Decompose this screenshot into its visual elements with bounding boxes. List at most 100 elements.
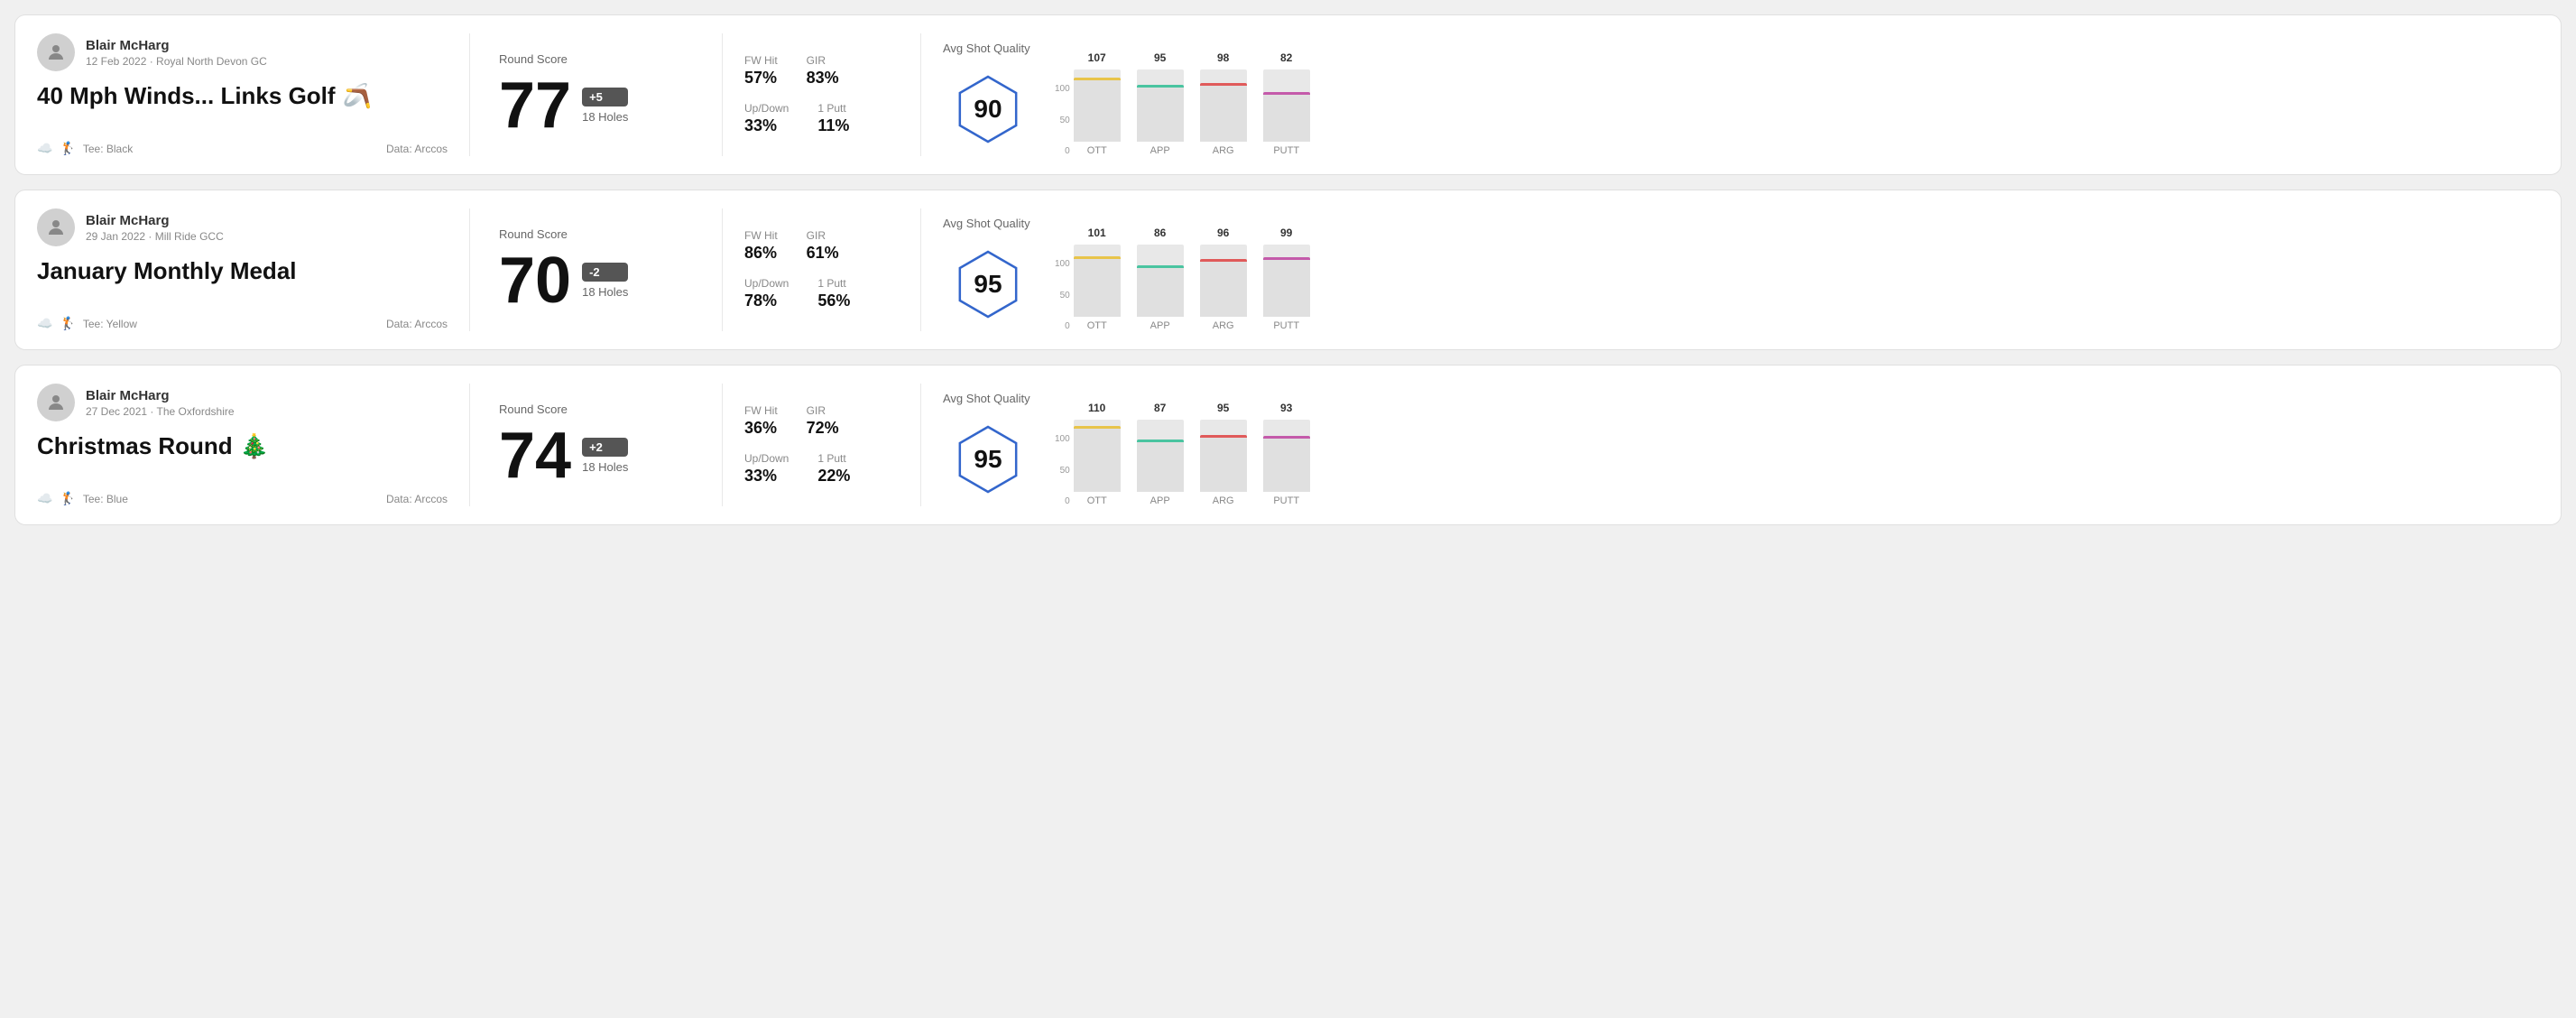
avatar bbox=[37, 208, 75, 246]
bar-fill-app bbox=[1137, 265, 1184, 317]
card-middle-round1: Round Score 77 +5 18 Holes bbox=[470, 33, 723, 156]
title-emoji: 🪃 bbox=[343, 82, 372, 110]
bar-color-putt bbox=[1263, 257, 1310, 260]
bar-fill-putt bbox=[1263, 436, 1310, 492]
hex-score-value: 95 bbox=[974, 270, 1002, 299]
bar-wrapper-putt bbox=[1263, 245, 1310, 317]
stats-row-top: FW Hit 36% GIR 72% bbox=[744, 404, 899, 438]
bar-chart-area: 100 50 0 110 87 bbox=[1055, 384, 2517, 506]
bar-axis-label-arg: ARG bbox=[1200, 145, 1247, 156]
card-left-round3: Blair McHarg 27 Dec 2021 · The Oxfordshi… bbox=[37, 384, 470, 506]
user-name: Blair McHarg bbox=[86, 213, 224, 228]
stats-row-top: FW Hit 57% GIR 83% bbox=[744, 54, 899, 88]
bar-color-ott bbox=[1074, 426, 1121, 429]
fw-hit-value: 86% bbox=[744, 244, 778, 263]
bar-value-ott: 110 bbox=[1088, 402, 1105, 414]
avg-shot-quality-label: Avg Shot Quality bbox=[943, 42, 1030, 55]
card-stats-round1: FW Hit 57% GIR 83% Up/Down 33% 1 Putt 11… bbox=[723, 33, 921, 156]
bar-color-ott bbox=[1074, 256, 1121, 259]
bar-fill-ott bbox=[1074, 426, 1121, 492]
card-stats-round3: FW Hit 36% GIR 72% Up/Down 33% 1 Putt 22… bbox=[723, 384, 921, 506]
bar-col-arg: 98 bbox=[1200, 51, 1247, 142]
one-putt-value: 56% bbox=[817, 292, 850, 310]
bar-value-putt: 99 bbox=[1280, 227, 1292, 239]
bar-color-app bbox=[1137, 440, 1184, 442]
stats-row-bottom: Up/Down 33% 1 Putt 11% bbox=[744, 102, 899, 135]
bar-value-arg: 95 bbox=[1217, 402, 1229, 414]
bar-col-putt: 82 bbox=[1263, 51, 1310, 142]
bar-color-arg bbox=[1200, 435, 1247, 438]
bar-fill-putt bbox=[1263, 92, 1310, 142]
bar-wrapper-app bbox=[1137, 420, 1184, 492]
fw-hit-value: 57% bbox=[744, 69, 778, 88]
score-badge-col: +5 18 Holes bbox=[582, 88, 628, 124]
score-row: 70 -2 18 Holes bbox=[499, 248, 693, 313]
tee-label: Tee: Blue bbox=[83, 493, 128, 505]
round-title: 40 Mph Winds... Links Golf 🪃 bbox=[37, 82, 448, 110]
up-down-stat: Up/Down 78% bbox=[744, 277, 789, 310]
bag-icon: 🏌 bbox=[60, 141, 75, 156]
bar-axis-label-ott: OTT bbox=[1074, 495, 1121, 506]
y-axis-bot: 0 bbox=[1055, 496, 1070, 506]
one-putt-stat: 1 Putt 22% bbox=[817, 452, 850, 486]
bar-wrapper-arg bbox=[1200, 69, 1247, 142]
fw-hit-label: FW Hit bbox=[744, 54, 778, 67]
bar-col-putt: 93 bbox=[1263, 402, 1310, 492]
gir-stat: GIR 72% bbox=[807, 404, 839, 438]
weather-icon: ☁️ bbox=[37, 316, 52, 331]
card-left-round2: Blair McHarg 29 Jan 2022 · Mill Ride GCC… bbox=[37, 208, 470, 331]
y-axis-top: 100 bbox=[1055, 259, 1070, 269]
tee-label: Tee: Yellow bbox=[83, 318, 137, 330]
gir-value: 72% bbox=[807, 419, 839, 438]
bar-wrapper-putt bbox=[1263, 420, 1310, 492]
holes-text: 18 Holes bbox=[582, 110, 628, 124]
y-axis-bot: 0 bbox=[1055, 146, 1070, 156]
bar-color-putt bbox=[1263, 436, 1310, 439]
person-icon bbox=[45, 217, 67, 238]
bar-col-ott: 110 bbox=[1074, 402, 1121, 492]
avg-shot-quality-label: Avg Shot Quality bbox=[943, 392, 1030, 405]
bar-fill-arg bbox=[1200, 435, 1247, 492]
bar-wrapper-ott bbox=[1074, 69, 1121, 142]
fw-hit-label: FW Hit bbox=[744, 229, 778, 242]
person-icon bbox=[45, 42, 67, 63]
tee-info: ☁️ 🏌 Tee: Black bbox=[37, 141, 133, 156]
score-badge: -2 bbox=[582, 263, 628, 282]
bag-icon: 🏌 bbox=[60, 316, 75, 331]
bar-col-app: 95 bbox=[1137, 51, 1184, 142]
bar-wrapper-app bbox=[1137, 245, 1184, 317]
stats-row-bottom: Up/Down 78% 1 Putt 56% bbox=[744, 277, 899, 310]
user-name: Blair McHarg bbox=[86, 38, 267, 53]
bar-wrapper-arg bbox=[1200, 245, 1247, 317]
bar-axis-label-ott: OTT bbox=[1074, 145, 1121, 156]
card-left-round1: Blair McHarg 12 Feb 2022 · Royal North D… bbox=[37, 33, 470, 156]
bar-color-ott bbox=[1074, 78, 1121, 80]
title-emoji: 🎄 bbox=[240, 432, 269, 460]
bag-icon: 🏌 bbox=[60, 491, 75, 506]
bar-fill-ott bbox=[1074, 256, 1121, 317]
fw-hit-label: FW Hit bbox=[744, 404, 778, 417]
card-quality-round3: Avg Shot Quality 95 100 50 0 110 bbox=[921, 384, 2539, 506]
weather-icon: ☁️ bbox=[37, 141, 52, 156]
card-middle-round3: Round Score 74 +2 18 Holes bbox=[470, 384, 723, 506]
bar-col-arg: 95 bbox=[1200, 402, 1247, 492]
y-axis-mid: 50 bbox=[1055, 116, 1070, 125]
fw-hit-value: 36% bbox=[744, 419, 778, 438]
avatar bbox=[37, 33, 75, 71]
bar-col-app: 87 bbox=[1137, 402, 1184, 492]
bar-fill-arg bbox=[1200, 259, 1247, 317]
y-axis-top: 100 bbox=[1055, 84, 1070, 94]
bar-color-arg bbox=[1200, 83, 1247, 86]
bar-color-app bbox=[1137, 265, 1184, 268]
bar-fill-putt bbox=[1263, 257, 1310, 317]
user-date-venue: 29 Jan 2022 · Mill Ride GCC bbox=[86, 230, 224, 243]
bar-color-arg bbox=[1200, 259, 1247, 262]
gir-value: 61% bbox=[807, 244, 839, 263]
user-date-venue: 27 Dec 2021 · The Oxfordshire bbox=[86, 405, 235, 418]
user-date-venue: 12 Feb 2022 · Royal North Devon GC bbox=[86, 55, 267, 68]
round-score-label: Round Score bbox=[499, 227, 693, 241]
bar-col-arg: 96 bbox=[1200, 227, 1247, 317]
user-info: Blair McHarg 29 Jan 2022 · Mill Ride GCC bbox=[37, 208, 448, 246]
bar-axis-label-app: APP bbox=[1137, 320, 1184, 331]
quality-left: Avg Shot Quality 95 bbox=[943, 392, 1033, 499]
